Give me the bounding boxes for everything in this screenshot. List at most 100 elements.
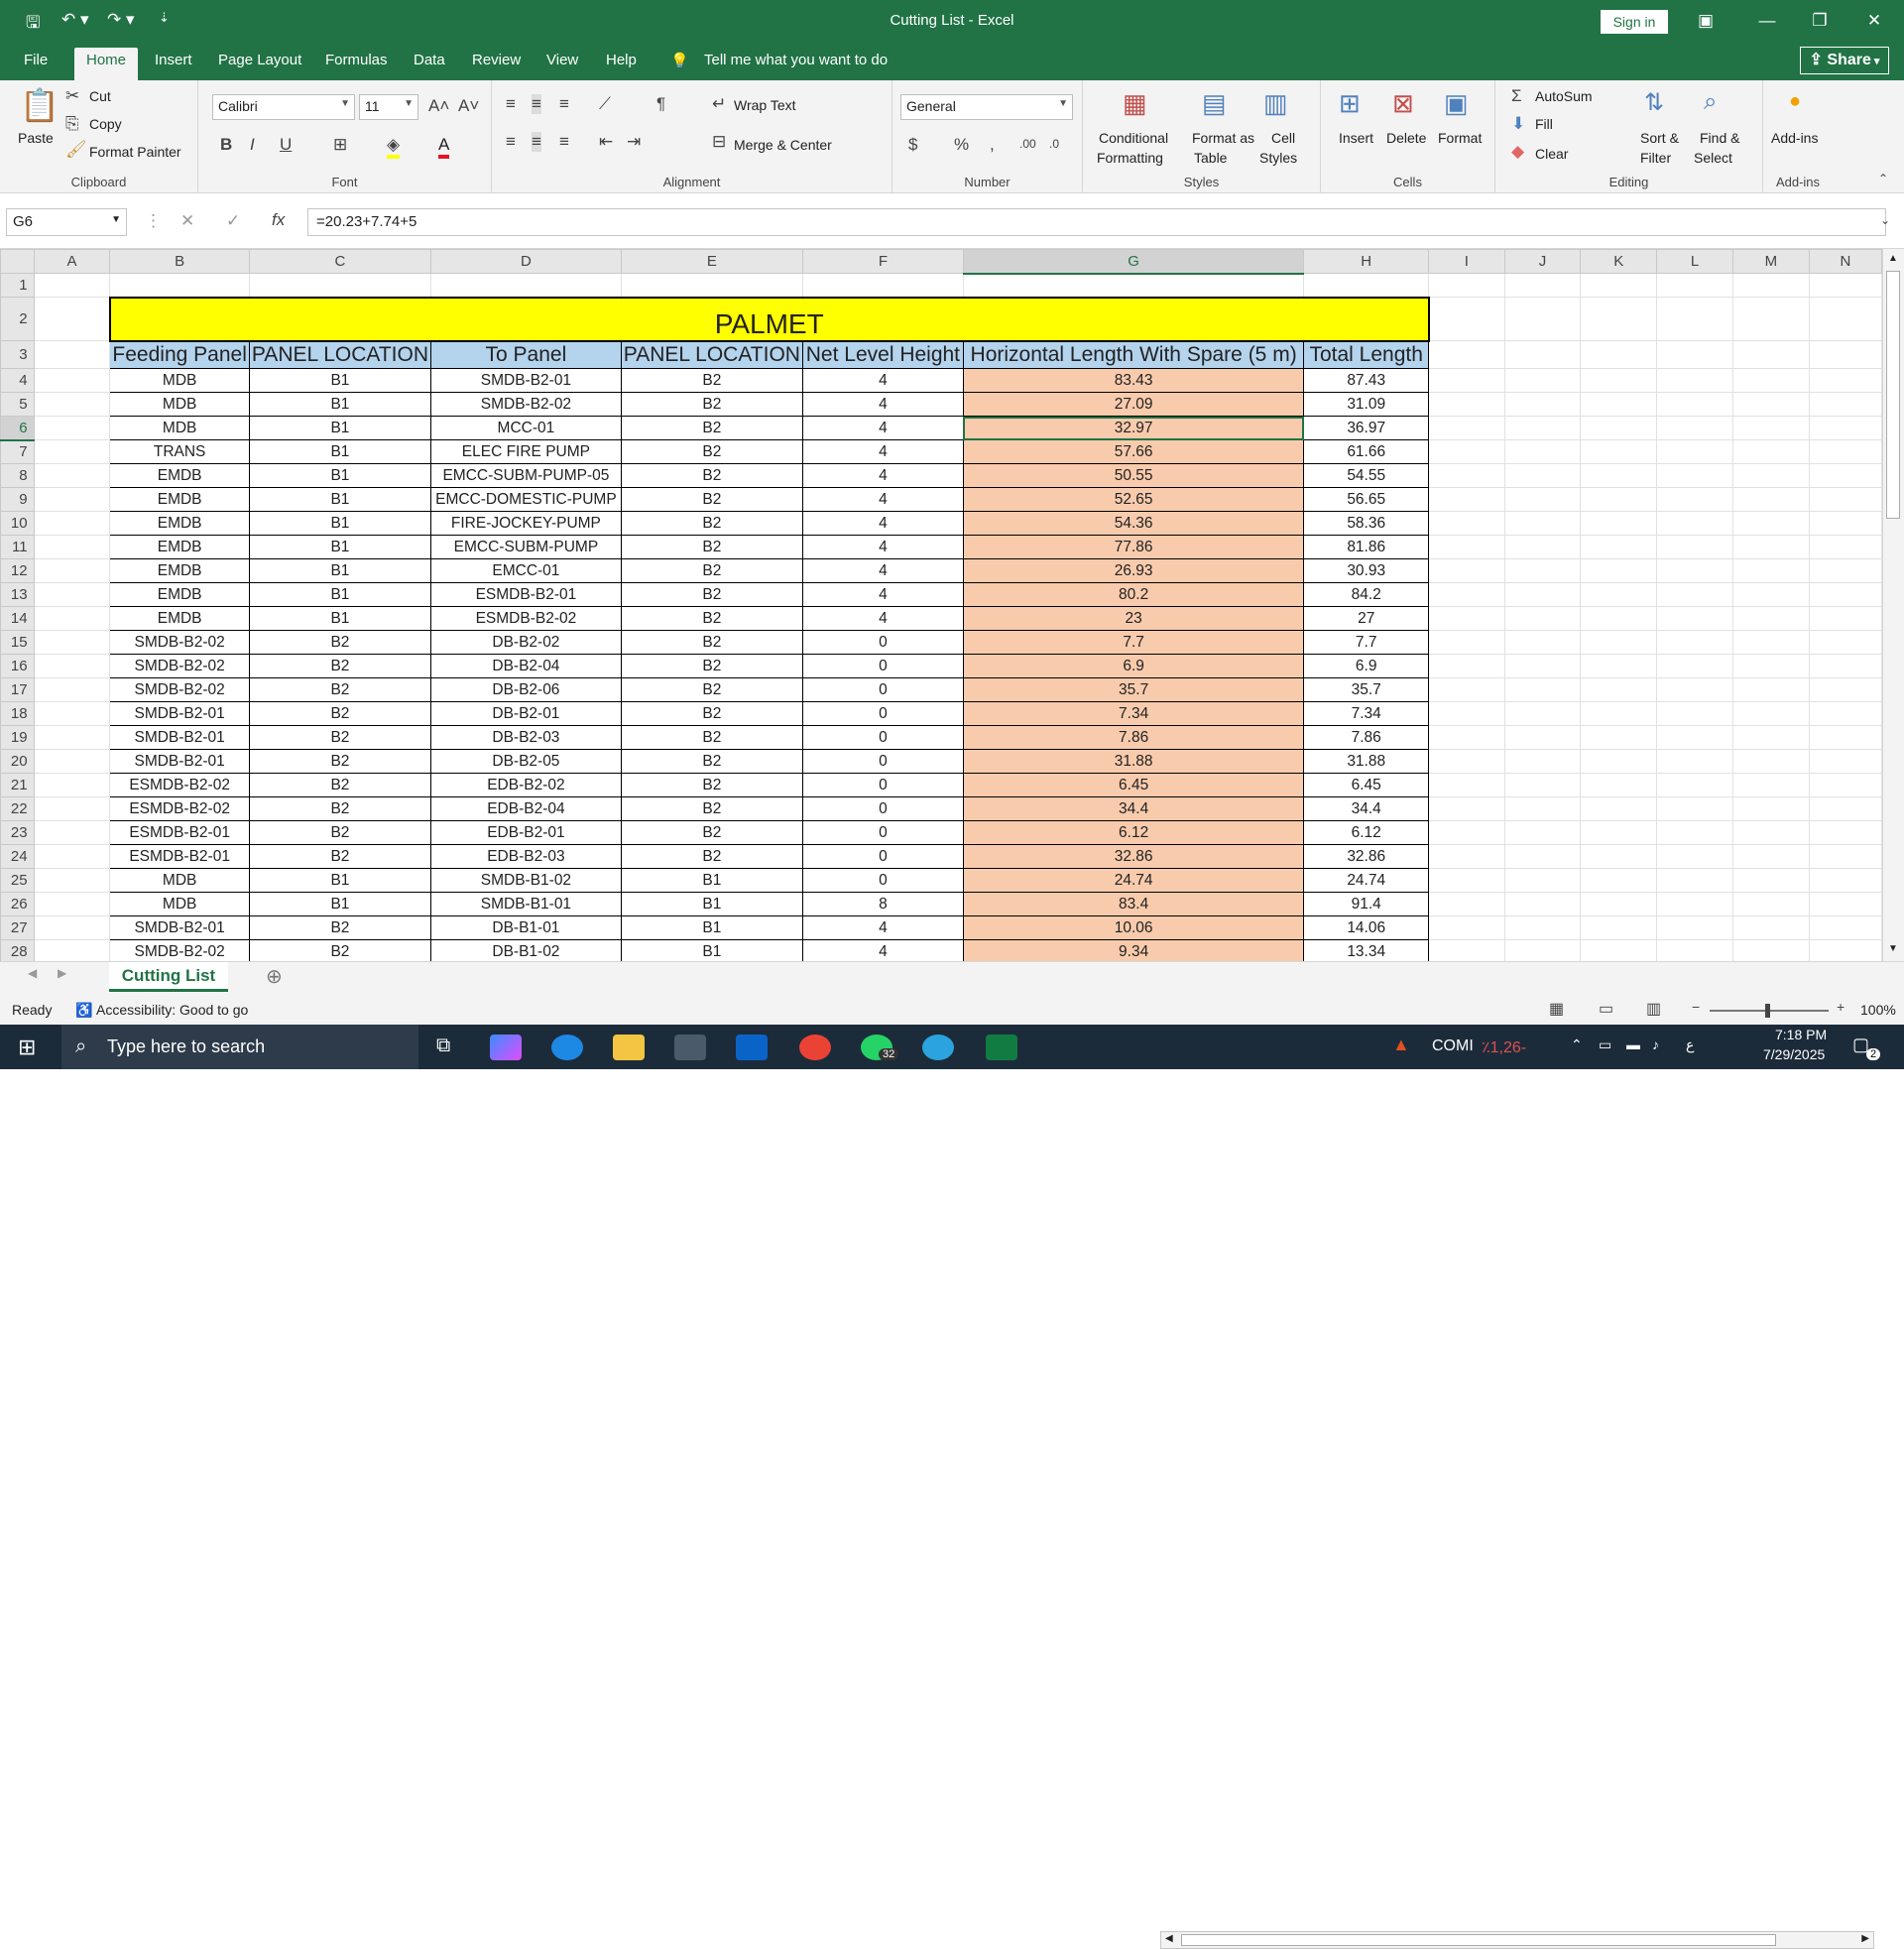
cell[interactable] xyxy=(1656,820,1733,845)
cell[interactable] xyxy=(1580,749,1658,774)
orientation-icon[interactable]: ⟋ xyxy=(599,94,611,114)
data-cell[interactable]: DB-B2-04 xyxy=(430,654,622,678)
data-cell[interactable]: DB-B2-06 xyxy=(430,677,622,702)
cell[interactable] xyxy=(620,273,803,298)
data-cell[interactable]: EMDB xyxy=(109,606,250,631)
data-cell[interactable]: 4 xyxy=(801,582,964,607)
borders-icon[interactable]: ⊞ xyxy=(333,135,347,155)
cell[interactable] xyxy=(1656,416,1733,440)
cell[interactable] xyxy=(1808,796,1882,821)
cell[interactable] xyxy=(1731,416,1810,440)
merge-center-button[interactable]: Merge & Center xyxy=(734,137,832,153)
data-cell[interactable]: DB-B2-05 xyxy=(430,749,622,774)
data-cell[interactable]: 0 xyxy=(801,796,964,821)
cell[interactable] xyxy=(33,416,111,440)
data-cell[interactable]: 4 xyxy=(801,606,964,631)
data-cell[interactable]: DB-B1-02 xyxy=(430,939,622,961)
data-cell[interactable]: SMDB-B1-01 xyxy=(430,892,622,916)
cell[interactable] xyxy=(1580,340,1658,369)
data-cell[interactable]: B2 xyxy=(248,773,432,797)
column-title-cell[interactable]: Feeding Panel xyxy=(109,340,250,369)
cell[interactable] xyxy=(1656,511,1733,536)
cell[interactable] xyxy=(1731,582,1810,607)
data-cell[interactable]: B2 xyxy=(248,677,432,702)
cell[interactable] xyxy=(1731,340,1810,369)
cell[interactable] xyxy=(1503,273,1582,298)
cell[interactable] xyxy=(1656,939,1733,961)
data-cell[interactable]: 58.36 xyxy=(1303,511,1430,536)
data-cell[interactable]: 91.4 xyxy=(1303,892,1430,916)
cell[interactable] xyxy=(1503,582,1582,607)
cell[interactable] xyxy=(1580,297,1658,341)
collapse-ribbon-icon[interactable]: ⌃ xyxy=(1878,172,1888,185)
cell[interactable] xyxy=(1731,749,1810,774)
cell[interactable] xyxy=(1503,654,1582,678)
worksheet-grid[interactable]: ABCDEFGHIJKLMN 1 2 PALMET 3 Feeding Panel PAN… xyxy=(0,249,1882,961)
row-header[interactable]: 14 xyxy=(0,606,35,631)
column-title-cell[interactable]: PANEL LOCATION xyxy=(248,340,432,369)
cell[interactable] xyxy=(1428,273,1505,298)
cell[interactable] xyxy=(1428,463,1505,488)
cell[interactable] xyxy=(1428,416,1505,440)
data-cell[interactable]: 0 xyxy=(801,630,964,655)
cell[interactable] xyxy=(801,273,964,298)
data-cell[interactable]: EDB-B2-03 xyxy=(430,844,622,869)
data-cell[interactable]: 24.74 xyxy=(1303,868,1430,893)
zoom-out-icon[interactable]: − xyxy=(1692,999,1700,1015)
cell[interactable] xyxy=(1808,340,1882,369)
minimize-button[interactable]: — xyxy=(1747,8,1787,34)
row-header[interactable]: 12 xyxy=(0,558,35,583)
data-cell[interactable]: 35.7 xyxy=(1303,677,1430,702)
column-header-e[interactable]: E xyxy=(620,249,803,274)
cell[interactable] xyxy=(1580,392,1658,417)
data-cell[interactable]: ESMDB-B2-01 xyxy=(109,820,250,845)
chevron-up-icon[interactable]: ⌃ xyxy=(1571,1036,1583,1053)
cell[interactable] xyxy=(1503,749,1582,774)
data-cell[interactable]: 6.45 xyxy=(962,773,1305,797)
cell[interactable] xyxy=(1503,368,1582,393)
share-button[interactable]: ⇪ Share ▾ xyxy=(1800,47,1889,74)
data-cell[interactable]: 54.55 xyxy=(1303,463,1430,488)
cell[interactable] xyxy=(1731,297,1810,341)
clear-button[interactable]: Clear xyxy=(1535,146,1568,162)
cell[interactable] xyxy=(1503,939,1582,961)
cell[interactable] xyxy=(1808,606,1882,631)
wrap-text-button[interactable]: Wrap Text xyxy=(734,97,796,113)
cell[interactable] xyxy=(1580,844,1658,869)
comma-icon[interactable]: , xyxy=(990,135,995,155)
cell[interactable] xyxy=(33,796,111,821)
cell[interactable] xyxy=(962,273,1305,298)
format-as-table-button[interactable]: Format as xyxy=(1192,130,1254,146)
data-cell[interactable]: 0 xyxy=(801,844,964,869)
cell[interactable] xyxy=(1580,463,1658,488)
data-cell[interactable]: 6.12 xyxy=(962,820,1305,845)
cell[interactable] xyxy=(1656,340,1733,369)
tab-help[interactable]: Help xyxy=(606,52,637,68)
horizontal-scroll-thumb[interactable] xyxy=(1181,1934,1776,1946)
cell[interactable] xyxy=(1808,463,1882,488)
data-cell[interactable]: 24.74 xyxy=(962,868,1305,893)
close-button[interactable]: ✕ xyxy=(1854,8,1894,34)
data-cell[interactable]: 31.88 xyxy=(962,749,1305,774)
normal-view-icon[interactable]: ▦ xyxy=(1549,999,1564,1019)
edge-icon[interactable] xyxy=(551,1035,583,1060)
data-cell[interactable]: SMDB-B2-02 xyxy=(430,392,622,417)
data-cell[interactable]: TRANS xyxy=(109,439,250,464)
cell[interactable] xyxy=(33,915,111,940)
row-header[interactable]: 17 xyxy=(0,677,35,702)
data-cell[interactable]: 56.65 xyxy=(1303,487,1430,512)
cell[interactable] xyxy=(1808,535,1882,559)
format-painter-button[interactable]: Format Painter xyxy=(89,144,181,160)
data-cell[interactable]: B1 xyxy=(248,892,432,916)
data-cell[interactable]: 0 xyxy=(801,677,964,702)
cell[interactable] xyxy=(1808,654,1882,678)
increase-indent-icon[interactable]: ⇥ xyxy=(627,132,641,152)
column-title-cell[interactable]: PANEL LOCATION xyxy=(620,340,803,369)
data-cell[interactable]: 4 xyxy=(801,392,964,417)
cell[interactable] xyxy=(1808,915,1882,940)
cancel-icon[interactable]: ✕ xyxy=(180,211,194,231)
row-header[interactable]: 22 xyxy=(0,796,35,821)
row-header[interactable]: 15 xyxy=(0,630,35,655)
cell[interactable] xyxy=(33,844,111,869)
cell[interactable] xyxy=(1656,535,1733,559)
